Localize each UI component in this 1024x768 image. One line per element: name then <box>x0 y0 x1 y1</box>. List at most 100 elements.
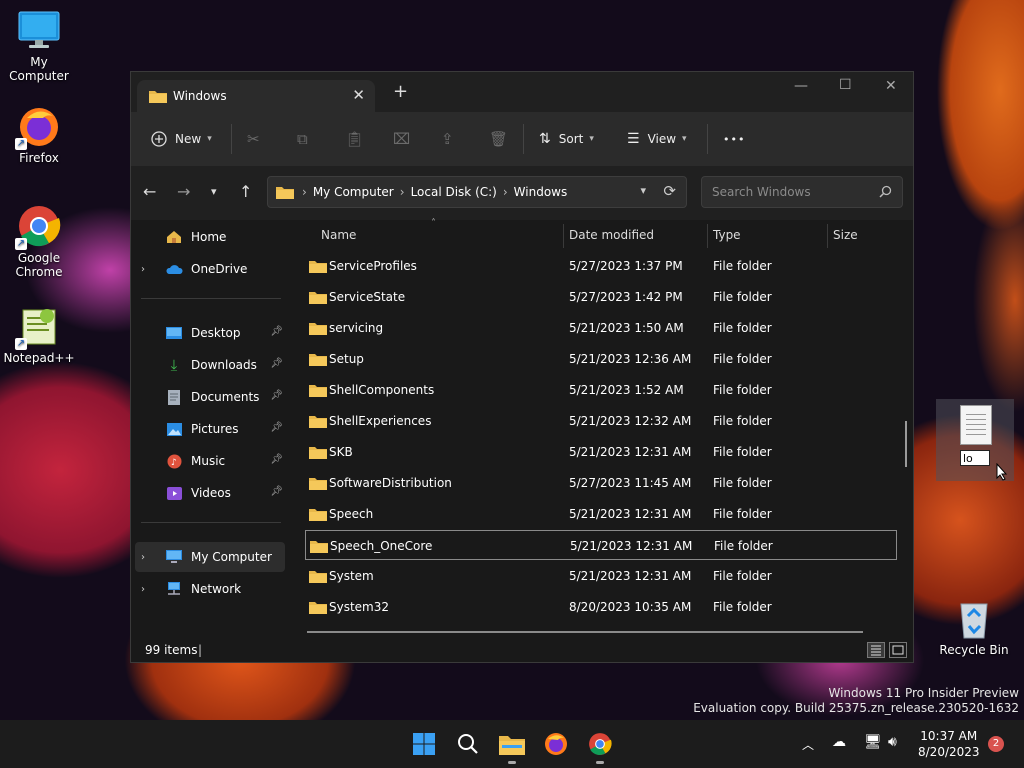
nav-item-downloads[interactable]: ⤓ Downloads 📌︎ <box>135 350 285 380</box>
toolbar-divider <box>231 124 232 154</box>
details-view-button[interactable] <box>867 642 885 658</box>
view-button[interactable]: ☰ View ▾ <box>627 129 687 149</box>
start-button[interactable] <box>410 730 438 758</box>
share-icon: ⇪ <box>441 130 454 148</box>
file-date: 8/20/2023 10:35 AM <box>569 600 692 614</box>
onedrive-offline-icon[interactable]: ☁︎ <box>832 734 846 750</box>
folder-icon <box>149 91 167 103</box>
tab-windows[interactable]: Windows ✕ <box>137 80 375 112</box>
chevron-right-icon[interactable]: › <box>141 264 157 275</box>
chrome-icon: ↗ <box>15 204 61 250</box>
taskbar-file-explorer[interactable] <box>498 730 526 764</box>
recent-locations-button[interactable]: ▾ <box>211 185 217 198</box>
desktop-icon-firefox[interactable]: ↗ Firefox <box>1 104 77 165</box>
taskbar-firefox[interactable] <box>542 730 570 758</box>
file-row-selected[interactable]: Speech_OneCore 5/21/2023 12:31 AM File f… <box>305 530 897 560</box>
copy-icon: ⧉ <box>297 130 308 148</box>
vertical-scrollbar[interactable] <box>905 421 907 467</box>
file-row[interactable]: servicing 5/21/2023 1:50 AM File folder <box>305 313 897 343</box>
delete-button[interactable]: 🗑︎ <box>489 129 508 149</box>
show-hidden-icons-chevron-up-icon[interactable]: ︿ <box>802 736 814 753</box>
file-type: File folder <box>713 569 772 583</box>
up-button[interactable]: ↑ <box>239 182 252 201</box>
forward-button[interactable]: → <box>177 182 190 201</box>
file-row[interactable]: System 5/21/2023 12:31 AM File folder <box>305 561 897 591</box>
rename-button[interactable]: ⌧ <box>393 129 410 149</box>
toolbar-divider <box>523 124 524 154</box>
notification-badge[interactable]: 2 <box>988 736 1004 752</box>
file-row[interactable]: ServiceState 5/27/2023 1:42 PM File fold… <box>305 282 897 312</box>
new-button-label: New <box>175 132 202 146</box>
chevron-right-icon[interactable]: › <box>141 584 157 595</box>
volume-icon[interactable]: 🔊︎ <box>888 734 897 750</box>
nav-item-videos[interactable]: Videos 📌︎ <box>135 478 285 508</box>
refresh-button[interactable]: ⟳ <box>663 182 676 200</box>
desktop-icon-google-chrome[interactable]: ↗ Google Chrome <box>1 204 77 279</box>
dragged-file[interactable] <box>936 399 1014 481</box>
horizontal-scrollbar[interactable] <box>307 631 863 633</box>
maximize-button[interactable]: ☐ <box>839 77 852 93</box>
file-row[interactable]: ServiceProfiles 5/27/2023 1:37 PM File f… <box>305 251 897 281</box>
file-row[interactable]: System32 8/20/2023 10:35 AM File folder <box>305 592 897 622</box>
breadcrumb-item[interactable]: Local Disk (C:) <box>411 185 497 199</box>
column-header-date-modified[interactable]: Date modified <box>569 228 654 242</box>
cut-button[interactable]: ✂ <box>247 129 260 149</box>
chevron-down-icon: ▾ <box>589 134 594 144</box>
folder-icon <box>309 447 327 459</box>
clock[interactable]: 10:37 AM 8/20/2023 <box>918 728 980 760</box>
file-date: 5/21/2023 12:31 AM <box>569 569 692 583</box>
close-window-button[interactable]: ✕ <box>885 78 897 94</box>
nav-item-home[interactable]: Home <box>135 222 285 252</box>
file-row[interactable]: SKB 5/21/2023 12:31 AM File folder <box>305 437 897 467</box>
taskbar: ︿ ☁︎ 🖥︎ 🔊︎ 10:37 AM 8/20/2023 2 <box>0 720 1024 768</box>
share-button[interactable]: ⇪ <box>441 129 454 149</box>
nav-item-music[interactable]: ♪ Music 📌︎ <box>135 446 285 476</box>
column-divider <box>563 224 564 248</box>
close-tab-icon[interactable]: ✕ <box>352 86 365 104</box>
nav-item-onedrive[interactable]: › OneDrive <box>135 254 285 284</box>
paste-button[interactable]: 📋︎ <box>345 129 364 149</box>
nav-item-network[interactable]: › Network <box>135 574 285 604</box>
desktop-icon-notepad-plus-plus[interactable]: ↗ Notepad++ <box>1 304 77 365</box>
breadcrumb-item[interactable]: Windows <box>514 185 568 199</box>
file-type: File folder <box>713 352 772 366</box>
nav-item-label: Music <box>191 454 226 468</box>
file-name: Speech_OneCore <box>330 539 433 553</box>
back-button[interactable]: ← <box>143 182 156 201</box>
pin-icon: 📌︎ <box>270 454 283 465</box>
desktop-icon-my-computer[interactable]: My Computer <box>1 8 77 83</box>
nav-item-my-computer[interactable]: › My Computer <box>135 542 285 572</box>
file-row[interactable]: Setup 5/21/2023 12:36 AM File folder <box>305 344 897 374</box>
sort-button[interactable]: ⇅ Sort ▾ <box>539 129 594 149</box>
breadcrumb-item[interactable]: My Computer <box>313 185 394 199</box>
address-bar[interactable]: › My Computer › Local Disk (C:) › Window… <box>267 176 687 208</box>
minimize-button[interactable]: — <box>794 78 808 94</box>
address-history-dropdown[interactable]: ▾ <box>640 184 646 197</box>
thumbnails-view-button[interactable] <box>889 642 907 658</box>
chevron-right-icon[interactable]: › <box>141 552 157 563</box>
nav-item-documents[interactable]: Documents 📌︎ <box>135 382 285 412</box>
column-header-name[interactable]: Name <box>321 228 356 242</box>
column-header-size[interactable]: Size <box>833 228 858 242</box>
copy-button[interactable]: ⧉ <box>297 129 308 149</box>
file-row[interactable]: Speech 5/21/2023 12:31 AM File folder <box>305 499 897 529</box>
more-options-button[interactable]: ••• <box>723 129 745 149</box>
file-explorer-icon <box>499 736 525 755</box>
network-icon[interactable]: 🖥︎ <box>864 734 882 750</box>
file-row[interactable]: ShellComponents 5/21/2023 1:52 AM File f… <box>305 375 897 405</box>
nav-item-label: Network <box>191 582 242 596</box>
taskbar-chrome[interactable] <box>586 730 614 764</box>
file-name: System32 <box>329 600 390 614</box>
new-tab-button[interactable]: + <box>393 83 408 101</box>
search-button[interactable] <box>454 730 482 758</box>
nav-item-pictures[interactable]: Pictures 📌︎ <box>135 414 285 444</box>
nav-item-desktop[interactable]: Desktop 📌︎ <box>135 318 285 348</box>
folder-icon <box>309 354 327 366</box>
rename-input[interactable] <box>960 450 990 466</box>
file-row[interactable]: ShellExperiences 5/21/2023 12:32 AM File… <box>305 406 897 436</box>
file-row[interactable]: SoftwareDistribution 5/27/2023 11:45 AM … <box>305 468 897 498</box>
new-button[interactable]: New ▾ <box>151 129 212 149</box>
search-input[interactable] <box>710 184 874 200</box>
desktop-icon-recycle-bin[interactable]: Recycle Bin <box>936 596 1012 657</box>
column-header-type[interactable]: Type <box>713 228 741 242</box>
